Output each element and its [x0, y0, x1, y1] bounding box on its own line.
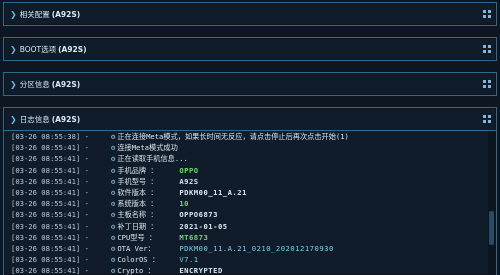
panel-title: 日志信息: [19, 114, 50, 124]
gear-icon: ⚙: [111, 244, 116, 254]
log-line: [03-26 08:55:41] - ⚙ 系统版本 ： 10: [11, 198, 486, 209]
log-value: 2021-01-05: [179, 221, 228, 231]
log-value: PDKM00_11.A.21_0210_202012170930: [179, 244, 334, 254]
log-line: [03-26 08:55:41] - ⚙ 主板名称 ： OPPO6873: [11, 209, 486, 220]
log-value: OPPO: [179, 165, 199, 175]
log-timestamp: [03-26 08:55:41] -: [11, 188, 89, 198]
log-timestamp: [03-26 08:55:41] -: [11, 154, 89, 164]
gear-icon: ⚙: [111, 199, 116, 209]
panel-title: BOOT选项: [19, 44, 57, 54]
log-key: 系统版本 ：: [117, 199, 158, 209]
gear-icon: ⚙: [111, 143, 116, 153]
panel-title: 分区信息: [19, 79, 50, 89]
log-timestamp: [03-26 08:55:38] -: [11, 132, 89, 141]
log-timestamp: [03-26 08:55:41] -: [11, 244, 89, 254]
log-line: [03-26 08:55:41] - ⚙ 连接Meta模式成功: [11, 142, 486, 153]
log-timestamp: [03-26 08:55:41] -: [11, 210, 89, 220]
grip-icon[interactable]: [483, 115, 491, 123]
log-value: OPPO6873: [179, 210, 218, 220]
panel-model: (A92S): [51, 114, 81, 124]
log-key: 主板名称 ：: [117, 210, 158, 220]
log-key: CPU型号 ：: [117, 232, 157, 242]
log-line: [03-26 08:55:41] - ⚙ OTA Ver： PDKM00_11.A.…: [11, 243, 486, 254]
log-key: 手机品牌 ：: [117, 165, 158, 175]
scrollbar[interactable]: [488, 131, 495, 275]
log-value: V7.1: [179, 255, 199, 265]
panel-header[interactable]: ❯ 日志信息 (A92S): [4, 108, 496, 131]
log-timestamp: [03-26 08:55:41] -: [11, 199, 89, 209]
log-value: A92S: [179, 176, 199, 186]
log-line: [03-26 08:55:41] - ⚙ 手机品牌 ： OPPO: [11, 165, 486, 176]
log-value: PDKM00_11_A.21: [179, 188, 247, 198]
chevron-down-icon: ❯: [10, 9, 17, 19]
log-message: 正在连接Meta模式，如果长时间无反应，请点击停止后再次点击开始(1): [117, 132, 349, 141]
log-timestamp: [03-26 08:55:41] -: [11, 255, 89, 265]
log-timestamp: [03-26 08:55:41] -: [11, 221, 89, 231]
gear-icon: ⚙: [111, 154, 116, 164]
log-line: [03-26 08:55:41] - ⚙ CPU型号 ： MT6873: [11, 232, 486, 243]
panel-model: (A92S): [58, 44, 87, 54]
log-line: [03-26 08:55:41] - ⚙ 软件版本 ： PDKM00_11_A.21: [11, 187, 486, 198]
panel-title: 相关配置: [19, 9, 50, 19]
log-timestamp: [03-26 08:55:41] -: [11, 176, 89, 186]
log-value: MT6873: [179, 232, 209, 242]
grip-icon[interactable]: [483, 45, 491, 53]
scrollbar-thumb[interactable]: [489, 211, 494, 245]
gear-icon: ⚙: [111, 210, 116, 220]
log-line: [03-26 08:55:41] - ⚙ 正在读取手机信息...: [11, 153, 486, 164]
log-key: 手机型号 ：: [117, 176, 158, 186]
gear-icon: ⚙: [111, 165, 116, 175]
gear-icon: ⚙: [111, 221, 116, 231]
chevron-down-icon: ❯: [10, 79, 17, 89]
grip-icon[interactable]: [483, 10, 491, 18]
panel-model: (A92S): [51, 79, 81, 89]
panel-log-info[interactable]: ❯ 日志信息 (A92S) [03-26 08:55:38] - ⚙ 正在连接Me…: [3, 107, 497, 275]
log-message: 正在读取手机信息...: [117, 154, 188, 164]
chevron-down-icon: ❯: [10, 114, 17, 124]
log-timestamp: [03-26 08:55:41] -: [11, 143, 89, 153]
log-value: 10: [179, 199, 189, 209]
log-line: [03-26 08:55:41] - ⚙ 手机型号 ： A92S: [11, 176, 486, 187]
panel-related-config[interactable]: ❯ 相关配置 (A92S): [3, 2, 497, 26]
log-output: [03-26 08:55:38] - ⚙ 正在连接Meta模式，如果长时间无反应，…: [4, 131, 486, 275]
log-timestamp: [03-26 08:55:41] -: [11, 165, 89, 175]
panel-boot-options[interactable]: ❯ BOOT选项 (A92S): [3, 37, 497, 61]
log-key: OTA Ver：: [117, 244, 155, 254]
log-message: 连接Meta模式成功: [117, 143, 178, 153]
grip-icon[interactable]: [483, 80, 491, 88]
log-line: [03-26 08:55:41] - ⚙ ColorOS ： V7.1: [11, 254, 486, 265]
panel-model: (A92S): [51, 9, 81, 19]
panel-partition-info[interactable]: ❯ 分区信息 (A92S): [3, 72, 497, 96]
log-timestamp: [03-26 08:55:41] -: [11, 232, 89, 242]
log-line: [03-26 08:55:41] - ⚙ 补丁日期 ： 2021-01-05: [11, 221, 486, 232]
gear-icon: ⚙: [111, 255, 116, 265]
log-key: ColorOS ：: [117, 255, 160, 265]
chevron-down-icon: ❯: [10, 44, 17, 54]
gear-icon: ⚙: [111, 132, 116, 141]
panel-header[interactable]: ❯ 分区信息 (A92S): [4, 73, 496, 95]
gear-icon: ⚙: [111, 176, 116, 186]
log-key: 补丁日期 ：: [117, 221, 158, 231]
panel-header[interactable]: ❯ BOOT选项 (A92S): [4, 38, 496, 60]
log-line: [03-26 08:55:38] - ⚙ 正在连接Meta模式，如果长时间无反应，…: [11, 131, 486, 142]
log-key: 软件版本 ：: [117, 188, 158, 198]
gear-icon: ⚙: [111, 232, 116, 242]
gear-icon: ⚙: [111, 188, 116, 198]
panel-header[interactable]: ❯ 相关配置 (A92S): [4, 3, 496, 25]
